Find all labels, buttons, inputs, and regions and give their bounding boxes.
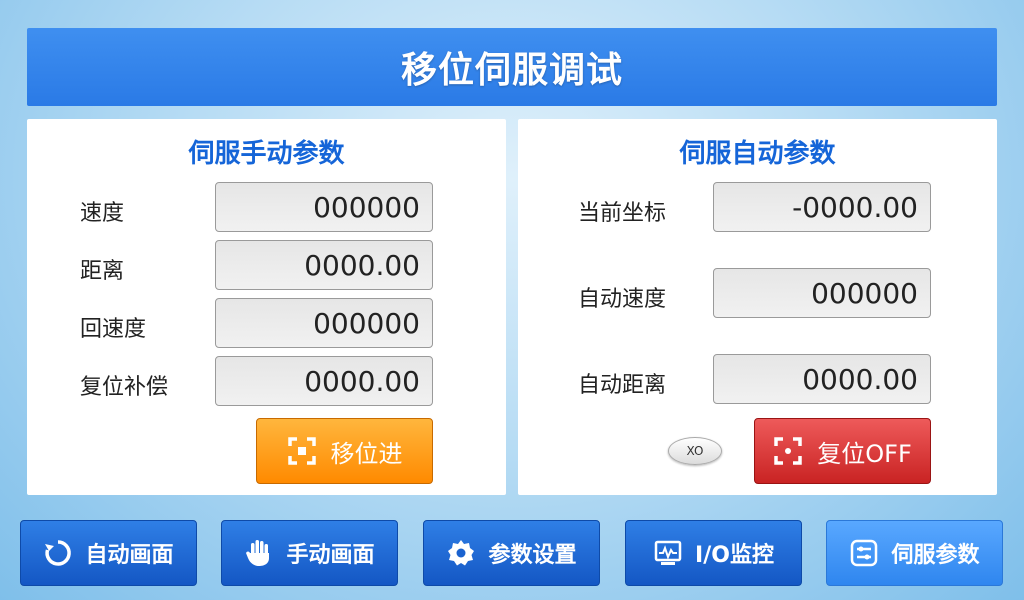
nav-io-label: I/O监控 — [695, 543, 774, 568]
nav-param-settings[interactable]: 参数设置 — [423, 520, 600, 586]
xo-indicator-lamp: XO — [668, 437, 722, 465]
distance-field[interactable]: 0000.00 — [215, 240, 433, 290]
hand-icon — [244, 538, 274, 568]
manual-params-panel: 伺服手动参数 速度 000000 距离 0000.00 回速度 000000 复… — [27, 119, 506, 495]
return-speed-label: 回速度 — [80, 317, 147, 342]
move-forward-button[interactable]: 移位进 — [256, 418, 433, 484]
return-speed-field[interactable]: 000000 — [215, 298, 433, 348]
gear-icon — [446, 538, 476, 568]
monitor-icon — [653, 538, 683, 568]
nav-io-monitor[interactable]: I/O监控 — [625, 520, 802, 586]
nav-servo-params[interactable]: 伺服参数 — [826, 520, 1003, 586]
manual-panel-title: 伺服手动参数 — [188, 139, 345, 169]
refresh-icon — [43, 538, 73, 568]
reset-compensation-field[interactable]: 0000.00 — [215, 356, 433, 406]
auto-distance-field[interactable]: 0000.00 — [713, 354, 931, 404]
page-title: 移位伺服调试 — [27, 28, 997, 106]
nav-servo-label: 伺服参数 — [891, 543, 980, 568]
nav-manual-label: 手动画面 — [286, 543, 375, 568]
speed-label: 速度 — [80, 201, 125, 226]
sliders-icon — [849, 538, 879, 568]
reset-button[interactable]: 复位OFF — [754, 418, 931, 484]
reset-label: 复位OFF — [817, 439, 912, 468]
focus-frame-icon — [287, 436, 317, 466]
nav-auto-screen[interactable]: 自动画面 — [20, 520, 197, 586]
auto-panel-title: 伺服自动参数 — [679, 139, 836, 169]
nav-manual-screen[interactable]: 手动画面 — [221, 520, 398, 586]
reset-compensation-label: 复位补偿 — [80, 375, 169, 400]
auto-params-panel: 伺服自动参数 当前坐标 -0000.00 自动速度 000000 自动距离 00… — [518, 119, 997, 495]
nav-auto-label: 自动画面 — [85, 543, 174, 568]
auto-speed-label: 自动速度 — [578, 287, 667, 312]
servo-debug-screen: 移位伺服调试 伺服手动参数 速度 000000 距离 0000.00 回速度 0… — [0, 0, 1024, 600]
auto-speed-field[interactable]: 000000 — [713, 268, 931, 318]
move-forward-label: 移位进 — [330, 439, 403, 468]
auto-distance-label: 自动距离 — [578, 373, 667, 398]
nav-param-label: 参数设置 — [488, 543, 577, 568]
distance-label: 距离 — [80, 259, 125, 284]
focus-frame-icon — [773, 436, 803, 466]
current-position-label: 当前坐标 — [578, 201, 667, 226]
current-position-field: -0000.00 — [713, 182, 931, 232]
speed-field[interactable]: 000000 — [215, 182, 433, 232]
